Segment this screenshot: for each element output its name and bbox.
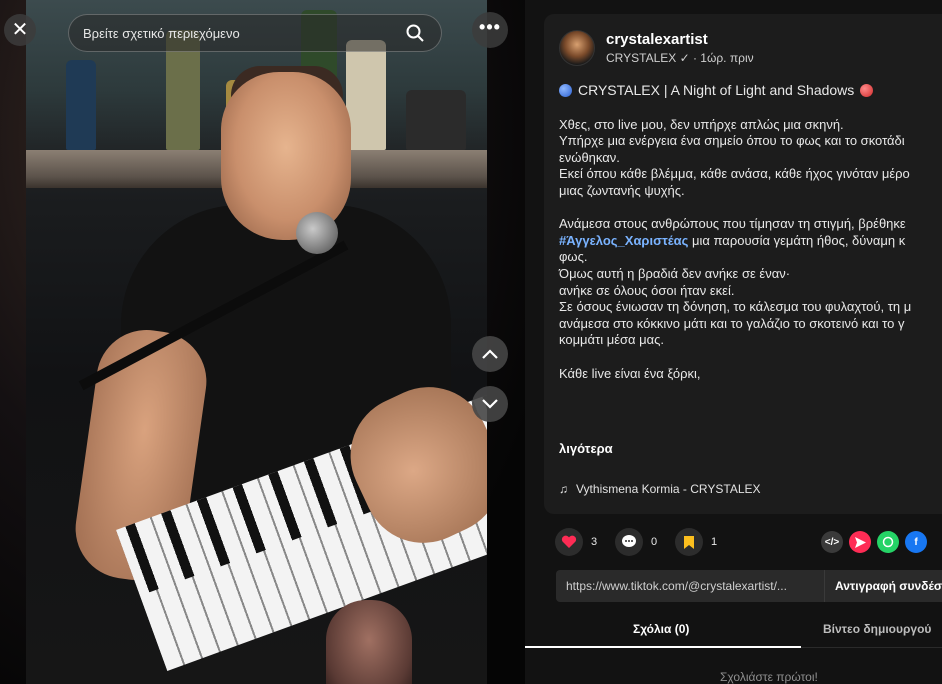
close-icon: ✕ xyxy=(11,19,29,41)
comment-tabs: Σχόλια (0) Βίντεο δημιουργού xyxy=(525,608,942,648)
face-sticker xyxy=(326,600,412,684)
caption-text: μια παρουσία γεμάτη ήθος, δύναμη κ xyxy=(688,232,906,248)
send-icon[interactable] xyxy=(849,531,871,553)
caption-line: Χθες, στο live μου, δεν υπήρχε απλώς μια… xyxy=(559,116,844,132)
hashtag-link[interactable]: #Άγγελος_Χαριστέας xyxy=(559,233,688,248)
copy-link-button[interactable]: Αντιγραφή συνδέσ xyxy=(824,570,942,602)
active-tab-indicator xyxy=(525,646,801,648)
caption-line: κομμάτι μέσα μας. xyxy=(559,332,665,348)
like-action[interactable]: 3 xyxy=(555,528,597,556)
caption-line: ανάμεσα στο κόκκινο μάτι και το γαλάζιο … xyxy=(559,315,905,331)
search-input[interactable] xyxy=(83,25,403,41)
music-title: Vythismena Kormia - CRYSTALEX xyxy=(576,482,761,496)
share-link-row: https://www.tiktok.com/@crystalexartist/… xyxy=(556,570,942,602)
bookmark-icon[interactable] xyxy=(675,528,703,556)
caption-line: Κάθε live είναι ένα ξόρκι, xyxy=(559,365,701,381)
comment-count: 0 xyxy=(651,536,658,548)
chevron-down-icon xyxy=(482,399,498,409)
blue-circle-icon xyxy=(559,83,572,97)
caption-title: CRYSTALEX | A Night of Light and Shadows xyxy=(578,82,855,98)
save-action[interactable]: 1 xyxy=(675,528,717,556)
author-meta: CRYSTALEX ✓ · 1ώρ. πριν xyxy=(606,51,754,65)
bottle xyxy=(346,40,386,150)
previous-video-button[interactable] xyxy=(472,336,508,372)
caption-line: Όμως αυτή η βραδιά δεν ανήκε σε έναν· xyxy=(559,265,791,281)
comment-action[interactable]: 0 xyxy=(615,528,657,556)
action-bar: 3 0 1 </> f xyxy=(555,528,942,558)
comment-icon[interactable] xyxy=(615,528,643,556)
caption-line: Σε όσους ένιωσαν τη δόνηση, το κάλεσμα τ… xyxy=(559,299,912,315)
save-count: 1 xyxy=(711,536,718,548)
caption-line: Υπήρχε μια ενέργεια ένα σημείο όπου το φ… xyxy=(559,133,905,149)
caption-line: ενώθηκαν. xyxy=(559,149,620,165)
embed-icon[interactable]: </> xyxy=(821,531,843,553)
search-icon[interactable] xyxy=(403,21,427,45)
like-count: 3 xyxy=(591,536,598,548)
video-player[interactable] xyxy=(26,0,487,684)
caption-title-line: CRYSTALEX | A Night of Light and Shadows xyxy=(559,82,942,99)
empty-comments-text: Σχολιάστε πρώτοι! xyxy=(720,670,818,684)
music-note-icon: ♫ xyxy=(559,482,568,496)
caption-line: φως. xyxy=(559,249,588,265)
tab-comments[interactable]: Σχόλια (0) xyxy=(633,622,689,636)
author-username[interactable]: crystalexartist xyxy=(606,31,708,48)
search-bar[interactable] xyxy=(68,14,442,52)
tab-creator-videos[interactable]: Βίντεο δημιουργού xyxy=(823,622,931,636)
facebook-icon[interactable]: f xyxy=(905,531,927,553)
close-button[interactable]: ✕ xyxy=(4,14,36,46)
caption-line: Εκεί όπου κάθε βλέμμα, κάθε ανάσα, κάθε … xyxy=(559,166,910,182)
more-icon: ••• xyxy=(479,17,501,37)
red-circle-icon xyxy=(860,83,874,97)
camera-object xyxy=(406,90,466,150)
video-stage: ✕ ••• xyxy=(0,0,525,684)
caption-line: #Άγγελος_Χαριστέας μια παρουσία γεμάτη ή… xyxy=(559,233,942,250)
heart-icon[interactable] xyxy=(555,528,583,556)
share-url[interactable]: https://www.tiktok.com/@crystalexartist/… xyxy=(556,579,824,593)
avatar[interactable] xyxy=(559,30,595,66)
caption-line: Ανάμεσα στους ανθρώπους που τίμησαν τη σ… xyxy=(559,216,906,232)
description-card: crystalexartist CRYSTALEX ✓ · 1ώρ. πριν … xyxy=(544,14,942,514)
caption-line: ανήκε σε όλους όσοι ήταν εκεί. xyxy=(559,282,735,298)
video-caption: CRYSTALEX | A Night of Light and Shadows… xyxy=(559,82,942,382)
bottle xyxy=(66,60,96,150)
more-options-button[interactable]: ••• xyxy=(472,12,508,48)
performer-head xyxy=(221,72,351,240)
details-panel: crystalexartist CRYSTALEX ✓ · 1ώρ. πριν … xyxy=(525,0,942,684)
music-info[interactable]: ♫ Vythismena Kormia - CRYSTALEX xyxy=(559,482,761,496)
microphone xyxy=(296,212,338,254)
next-video-button[interactable] xyxy=(472,386,508,422)
caption-line: μιας ζωντανής ψυχής. xyxy=(559,182,685,198)
whatsapp-icon[interactable] xyxy=(877,531,899,553)
tiktok-video-viewer: ✕ ••• crystalexartist CRYSTALEX ✓ · 1ώρ.… xyxy=(0,0,942,684)
chevron-up-icon xyxy=(482,349,498,359)
show-less-link[interactable]: λιγότερα xyxy=(559,441,613,456)
